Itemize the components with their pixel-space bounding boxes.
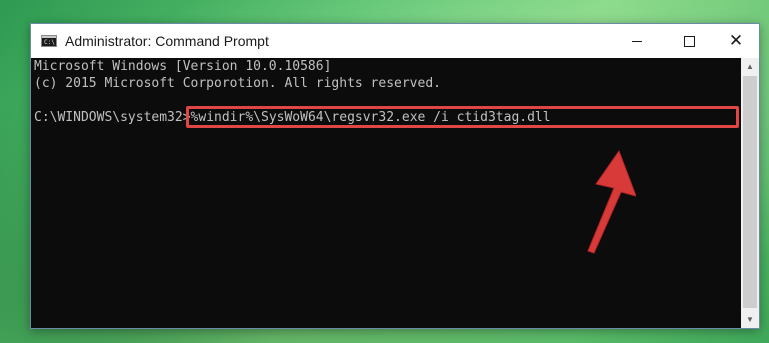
scroll-down-button[interactable]: ▼ <box>741 311 759 328</box>
vertical-scrollbar[interactable]: ▲ ▼ <box>741 58 759 328</box>
chevron-up-icon: ▲ <box>746 62 754 71</box>
prompt-text: C:\WINDOWS\system32> <box>34 110 191 125</box>
maximize-icon <box>683 35 695 47</box>
title-bar[interactable]: C:\ Administrator: Command Prompt ✕ <box>31 24 759 58</box>
minimize-icon <box>632 40 642 42</box>
console-line: (c) 2015 Microsoft Corporotion. All righ… <box>34 76 441 91</box>
cmd-icon: C:\ <box>41 35 57 47</box>
scroll-up-button[interactable]: ▲ <box>741 58 759 75</box>
close-icon: ✕ <box>728 30 744 51</box>
red-arrow-icon <box>587 150 636 254</box>
console-line: Microsoft Windows [Version 10.0.10586] <box>34 59 332 74</box>
minimize-button[interactable] <box>614 24 660 58</box>
chevron-down-icon: ▼ <box>746 315 754 324</box>
scrollbar-thumb[interactable] <box>743 76 757 308</box>
command-prompt-window: C:\ Administrator: Command Prompt ✕ Micr… <box>30 23 760 329</box>
console-output[interactable]: Microsoft Windows [Version 10.0.10586] (… <box>31 58 741 328</box>
window-title: Administrator: Command Prompt <box>65 33 269 49</box>
maximize-button[interactable] <box>666 24 712 58</box>
close-button[interactable]: ✕ <box>713 24 759 58</box>
command-highlight-box <box>186 106 739 128</box>
